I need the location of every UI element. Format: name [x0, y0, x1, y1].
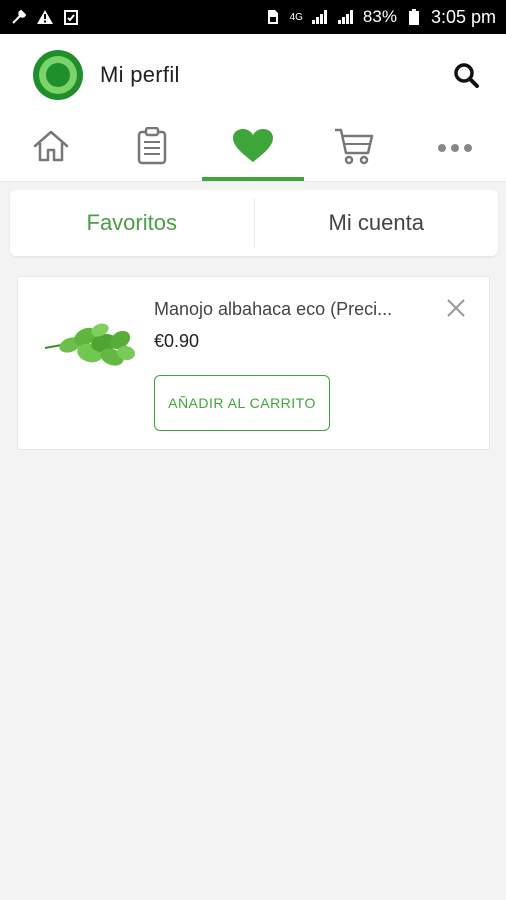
signal-icon [311, 8, 329, 26]
product-price: €0.90 [154, 331, 200, 351]
status-right: 4G 83% 3:05 pm [264, 7, 496, 28]
sim-icon [264, 8, 282, 26]
nav-tab-more[interactable] [405, 116, 506, 181]
profile-segment-control: Favoritos Mi cuenta [10, 190, 498, 256]
battery-icon [405, 8, 423, 26]
nav-tab-orders[interactable] [101, 116, 202, 181]
clipboard-icon [136, 126, 168, 170]
alert-icon [36, 8, 54, 26]
nav-tab-home[interactable] [0, 116, 101, 181]
product-name[interactable]: Manojo albahaca eco (Preci... [154, 299, 434, 320]
nav-tab-cart[interactable] [304, 116, 405, 181]
remove-favorite-close-icon[interactable] [445, 297, 467, 319]
segment-favorites-button[interactable]: Favoritos [10, 190, 254, 256]
network-type: 4G [289, 11, 303, 23]
main-nav-tabs [0, 116, 506, 182]
more-dots-icon [437, 140, 473, 158]
signal-icon [337, 8, 355, 26]
clock: 3:05 pm [430, 6, 496, 27]
nav-tab-favorites[interactable] [202, 116, 304, 181]
status-bar: 4G 83% 3:05 pm [0, 0, 506, 34]
add-to-cart-button[interactable]: AÑADIR AL CARRITO [154, 375, 330, 431]
battery-percent: 83% [362, 7, 397, 26]
app-bar: Mi perfil [0, 34, 506, 116]
segment-account-button[interactable]: Mi cuenta [255, 190, 499, 256]
product-image[interactable] [40, 315, 140, 375]
status-left [10, 8, 80, 26]
favorite-item-card: Manojo albahaca eco (Preci... €0.90 AÑAD… [17, 276, 490, 450]
home-icon [31, 128, 71, 169]
page-title: Mi perfil [100, 62, 180, 87]
heart-icon [232, 128, 274, 169]
clipboard-check-icon [62, 8, 80, 26]
cart-icon [333, 127, 375, 170]
logo-ring-icon [32, 49, 84, 101]
search-icon[interactable] [450, 59, 482, 91]
wrench-icon [10, 8, 28, 26]
